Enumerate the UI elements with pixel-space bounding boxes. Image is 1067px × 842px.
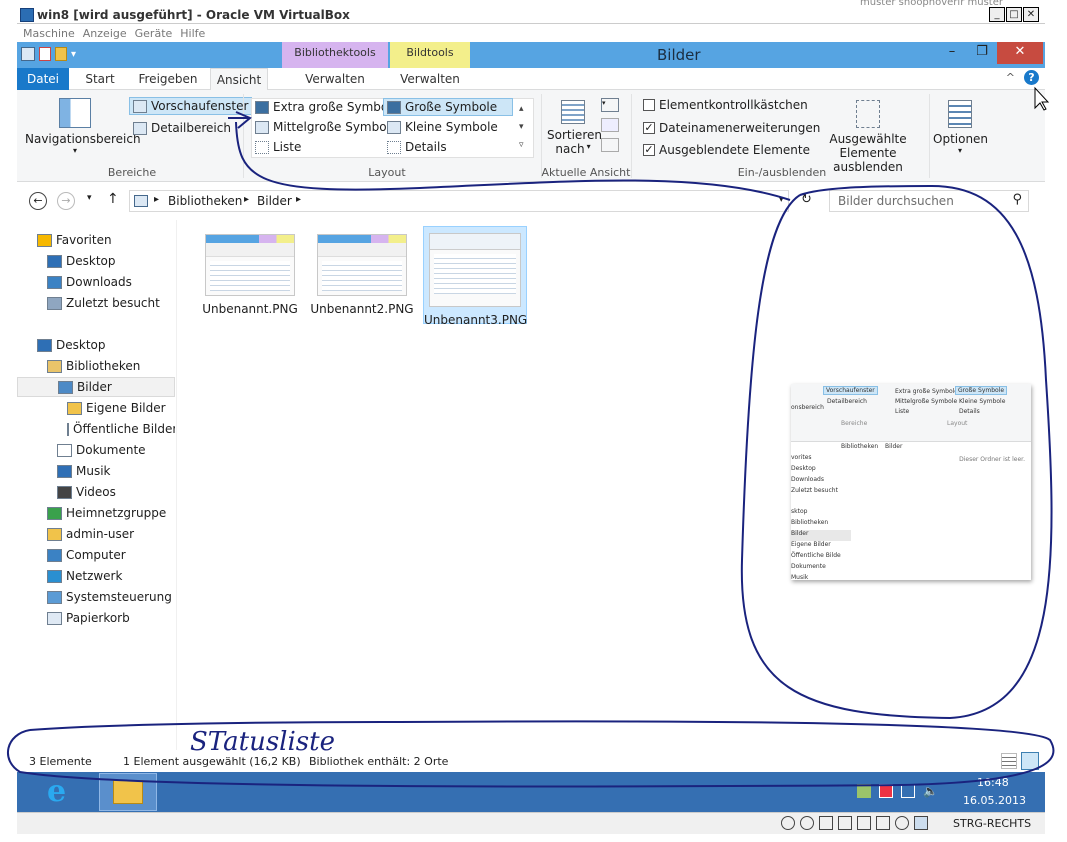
ink-cursor-icon bbox=[1034, 86, 1050, 111]
ink-circle-status bbox=[7, 720, 1055, 788]
ink-annotation-overlay: STatusliste bbox=[7, 86, 1055, 788]
ink-annotation-text: STatusliste bbox=[190, 727, 335, 757]
ink-circle-preview bbox=[740, 184, 1053, 720]
ink-arrow-head bbox=[228, 111, 252, 129]
ink-arrow-line bbox=[235, 121, 791, 201]
